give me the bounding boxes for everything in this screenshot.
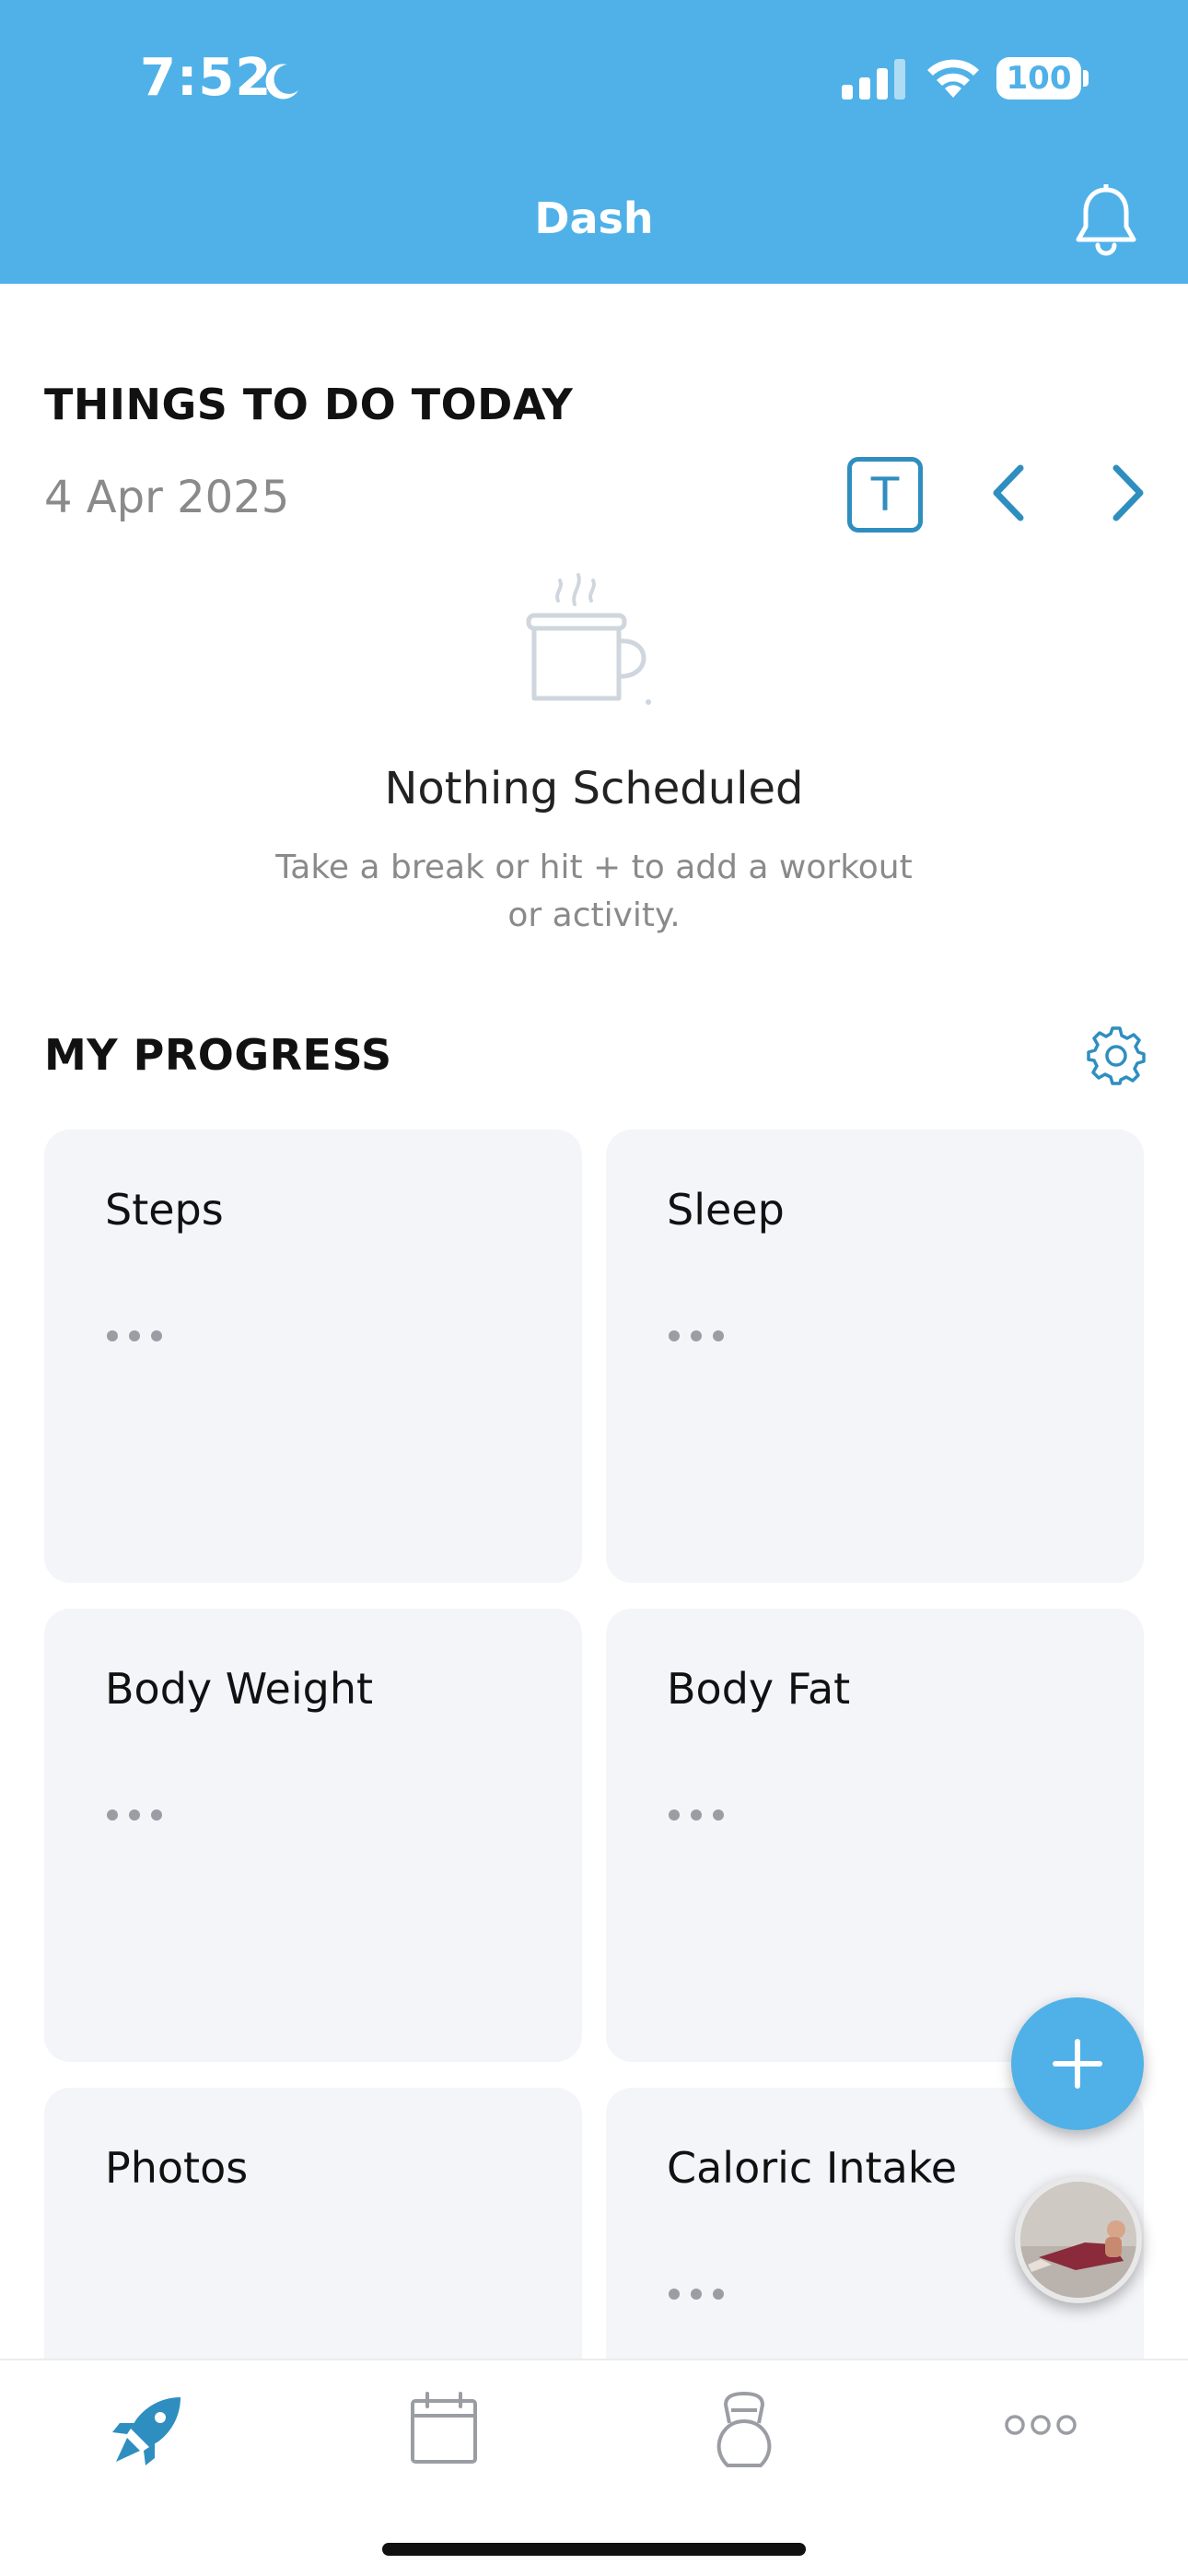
avatar (1020, 2182, 1136, 2298)
progress-section-title: MY PROGRESS (44, 1030, 392, 1080)
card-label: Caloric Intake (667, 2143, 958, 2193)
loading-dots-icon (107, 1809, 162, 1821)
plus-icon (1053, 2039, 1102, 2089)
loading-dots-icon (669, 2289, 724, 2300)
rocket-icon[interactable] (109, 2392, 186, 2469)
loading-dots-icon (107, 1330, 162, 1341)
progress-card-body-fat[interactable]: Body Fat (606, 1609, 1144, 2062)
empty-state-title: Nothing Scheduled (384, 763, 804, 814)
home-indicator (382, 2543, 806, 2556)
chevron-right-icon[interactable] (1105, 461, 1151, 525)
card-label: Sleep (667, 1185, 785, 1235)
moon-icon (265, 64, 298, 100)
status-time: 7:52 (140, 48, 273, 108)
battery-nub (1083, 70, 1089, 87)
kettlebell-icon[interactable] (713, 2392, 775, 2469)
add-button[interactable] (1011, 1997, 1144, 2130)
today-button[interactable]: T (847, 457, 923, 533)
page-title: Dash (534, 193, 654, 243)
card-label: Steps (105, 1185, 224, 1235)
chevron-left-icon[interactable] (985, 461, 1031, 525)
progress-card-steps[interactable]: Steps (44, 1130, 582, 1583)
more-icon[interactable] (1004, 2414, 1077, 2436)
app-header: 7:52 100 Dash (0, 0, 1188, 284)
todo-date: 4 Apr 2025 (44, 472, 290, 523)
empty-state-subtitle: Take a break or hit + to add a workout o… (275, 849, 913, 934)
card-label: Body Fat (667, 1664, 851, 1714)
loading-dots-icon (669, 1330, 724, 1341)
todo-section-title: THINGS TO DO TODAY (44, 380, 574, 429)
bell-icon[interactable] (1074, 184, 1138, 258)
wifi-icon (927, 59, 979, 98)
loading-dots-icon (669, 1809, 724, 1821)
progress-card-body-weight[interactable]: Body Weight (44, 1609, 582, 2062)
video-avatar-button[interactable] (1015, 2176, 1142, 2303)
card-label: Photos (105, 2143, 249, 2193)
cellular-signal-icon (842, 59, 905, 100)
progress-card-sleep[interactable]: Sleep (606, 1130, 1144, 1583)
calendar-icon[interactable] (409, 2392, 479, 2465)
dash-screen: 7:52 100 Dash THINGS TO DO TODAY 4 Apr 2… (0, 0, 1188, 2576)
coffee-mug-icon (526, 573, 651, 705)
gear-icon[interactable] (1087, 1026, 1146, 1085)
battery-indicator: 100 (996, 57, 1081, 100)
card-label: Body Weight (105, 1664, 374, 1714)
